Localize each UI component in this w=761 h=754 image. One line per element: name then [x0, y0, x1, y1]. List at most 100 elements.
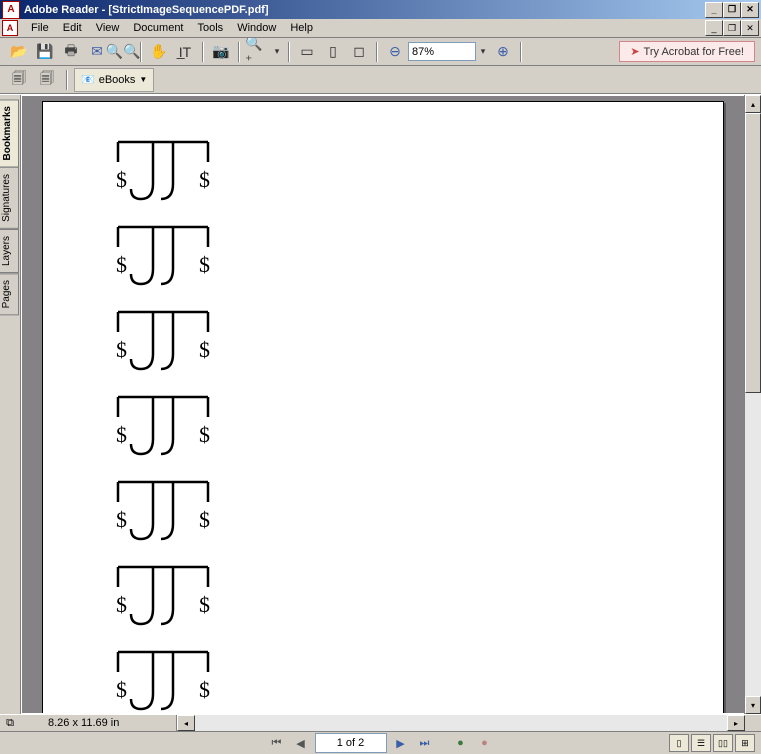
- horizontal-scroll-row: ⧉ 8.26 x 11.69 in ◂ ▸: [0, 714, 761, 732]
- svg-text:$: $: [199, 252, 210, 277]
- try-acrobat-label: Try Acrobat for Free!: [644, 46, 744, 58]
- svg-text:$: $: [199, 677, 210, 702]
- continuous-button[interactable]: ☰: [691, 734, 711, 752]
- page-layout-controls: ▯ ☰ ▯▯ ⊞: [669, 734, 755, 752]
- howto-button[interactable]: 🗐: [6, 68, 32, 92]
- svg-text:$: $: [116, 507, 127, 532]
- snapshot-tool-button[interactable]: 📷: [208, 40, 234, 64]
- prev-page-button[interactable]: ◀: [291, 734, 311, 752]
- content-area: Bookmarks Signatures Layers Pages $$ $$ …: [0, 94, 761, 714]
- close-button[interactable]: ✕: [741, 2, 759, 18]
- page-graphic: $$: [113, 392, 213, 464]
- actual-size-button[interactable]: ▯: [320, 40, 346, 64]
- fit-width-button[interactable]: ◻: [346, 40, 372, 64]
- chevron-down-icon: ▼: [139, 75, 147, 84]
- zoom-in-plus-button[interactable]: ⊕: [490, 40, 516, 64]
- scroll-right-button[interactable]: ▸: [727, 715, 745, 731]
- doc-icon[interactable]: A: [2, 20, 18, 36]
- menu-view[interactable]: View: [89, 20, 127, 36]
- svg-text:$: $: [116, 592, 127, 617]
- menu-help[interactable]: Help: [283, 20, 320, 36]
- separator: [140, 42, 142, 62]
- scroll-track[interactable]: [745, 113, 761, 696]
- separator: [238, 42, 240, 62]
- svg-text:$: $: [199, 507, 210, 532]
- tab-signatures[interactable]: Signatures: [0, 167, 19, 229]
- try-acrobat-button[interactable]: ➤ Try Acrobat for Free!: [619, 41, 755, 62]
- single-page-button[interactable]: ▯: [669, 734, 689, 752]
- scroll-left-button[interactable]: ◂: [177, 715, 195, 731]
- hscroll-track[interactable]: [195, 715, 727, 731]
- app-icon: A: [2, 1, 20, 19]
- review-button[interactable]: 🗐: [34, 68, 60, 92]
- scroll-thumb[interactable]: [745, 113, 761, 393]
- secondary-toolbar: 🗐 🗐 📧 eBooks ▼: [0, 66, 761, 94]
- page-graphic: $$: [113, 647, 213, 714]
- zoom-level-dropdown-icon[interactable]: ▾: [476, 40, 490, 64]
- facing-button[interactable]: ▯▯: [713, 734, 733, 752]
- page-number-input[interactable]: [315, 733, 387, 753]
- svg-text:$: $: [116, 422, 127, 447]
- separator: [202, 42, 204, 62]
- document-view[interactable]: $$ $$ $$ $$ $$ $$ $$: [21, 95, 744, 714]
- separator: [288, 42, 290, 62]
- scroll-up-button[interactable]: ▴: [745, 95, 761, 113]
- bottom-panel: ⧉ 8.26 x 11.69 in ◂ ▸ ⏮ ◀ ▶ ⏭ ● ● ▯ ☰ ▯▯…: [0, 714, 761, 754]
- separator: [376, 42, 378, 62]
- svg-text:$: $: [116, 677, 127, 702]
- tab-layers[interactable]: Layers: [0, 229, 19, 273]
- window-title: Adobe Reader - [StrictImageSequencePDF.p…: [24, 4, 705, 16]
- separator: [520, 42, 522, 62]
- tab-pages[interactable]: Pages: [0, 273, 19, 315]
- side-panel-tabs: Bookmarks Signatures Layers Pages: [0, 95, 21, 714]
- main-toolbar: 📂 💾 🖶 ✉ 🔍⁠🔍 ✋ I̲T 📷 🔍⁺ ▾ ▭ ▯ ◻ ⊖ 87% ▾ ⊕…: [0, 38, 761, 66]
- arrow-icon: ➤: [630, 45, 639, 58]
- continuous-facing-button[interactable]: ⊞: [735, 734, 755, 752]
- search-button[interactable]: 🔍⁠🔍: [110, 40, 136, 64]
- ebooks-button[interactable]: 📧 eBooks ▼: [74, 68, 154, 92]
- zoom-level-input[interactable]: 87%: [408, 42, 476, 61]
- minimize-button[interactable]: _: [705, 2, 723, 18]
- page-graphic: $$: [113, 137, 213, 209]
- tab-bookmarks[interactable]: Bookmarks: [0, 99, 19, 167]
- zoom-in-button[interactable]: 🔍⁺: [244, 40, 270, 64]
- panel-toggle-button[interactable]: ⧉: [0, 715, 20, 731]
- menu-window[interactable]: Window: [230, 20, 283, 36]
- svg-text:$: $: [199, 422, 210, 447]
- fit-page-button[interactable]: ▭: [294, 40, 320, 64]
- next-page-button[interactable]: ▶: [391, 734, 411, 752]
- menu-tools[interactable]: Tools: [191, 20, 231, 36]
- page-graphic: $$: [113, 562, 213, 634]
- next-view-button[interactable]: ●: [475, 734, 495, 752]
- vertical-scrollbar[interactable]: ▴ ▾: [744, 95, 761, 714]
- pdf-page: $$ $$ $$ $$ $$ $$ $$: [42, 101, 724, 714]
- maximize-button[interactable]: ❐: [723, 2, 741, 18]
- menu-edit[interactable]: Edit: [56, 20, 89, 36]
- page-graphic: $$: [113, 477, 213, 549]
- ebooks-label: eBooks: [99, 74, 136, 86]
- page-graphic: $$: [113, 222, 213, 294]
- print-button[interactable]: 🖶: [58, 40, 84, 64]
- separator: [66, 70, 68, 90]
- mdi-restore-button[interactable]: ❐: [723, 20, 741, 36]
- title-bar: A Adobe Reader - [StrictImageSequencePDF…: [0, 0, 761, 19]
- hand-tool-button[interactable]: ✋: [146, 40, 172, 64]
- first-page-button[interactable]: ⏮: [267, 734, 287, 752]
- save-button[interactable]: 💾: [32, 40, 58, 64]
- menu-file[interactable]: File: [24, 20, 56, 36]
- last-page-button[interactable]: ⏭: [415, 734, 435, 752]
- svg-text:$: $: [199, 592, 210, 617]
- zoom-out-button[interactable]: ⊖: [382, 40, 408, 64]
- mdi-close-button[interactable]: ✕: [741, 20, 759, 36]
- open-button[interactable]: 📂: [6, 40, 32, 64]
- mdi-minimize-button[interactable]: _: [705, 20, 723, 36]
- page-graphic: $$: [113, 307, 213, 379]
- ebooks-icon: 📧: [81, 73, 95, 86]
- mdi-controls: _ ❐ ✕: [705, 20, 759, 36]
- text-select-tool-button[interactable]: I̲T: [172, 40, 198, 64]
- zoom-dropdown-icon[interactable]: ▾: [270, 40, 284, 64]
- scroll-down-button[interactable]: ▾: [745, 696, 761, 714]
- menu-document[interactable]: Document: [126, 20, 190, 36]
- prev-view-button[interactable]: ●: [451, 734, 471, 752]
- svg-text:$: $: [116, 167, 127, 192]
